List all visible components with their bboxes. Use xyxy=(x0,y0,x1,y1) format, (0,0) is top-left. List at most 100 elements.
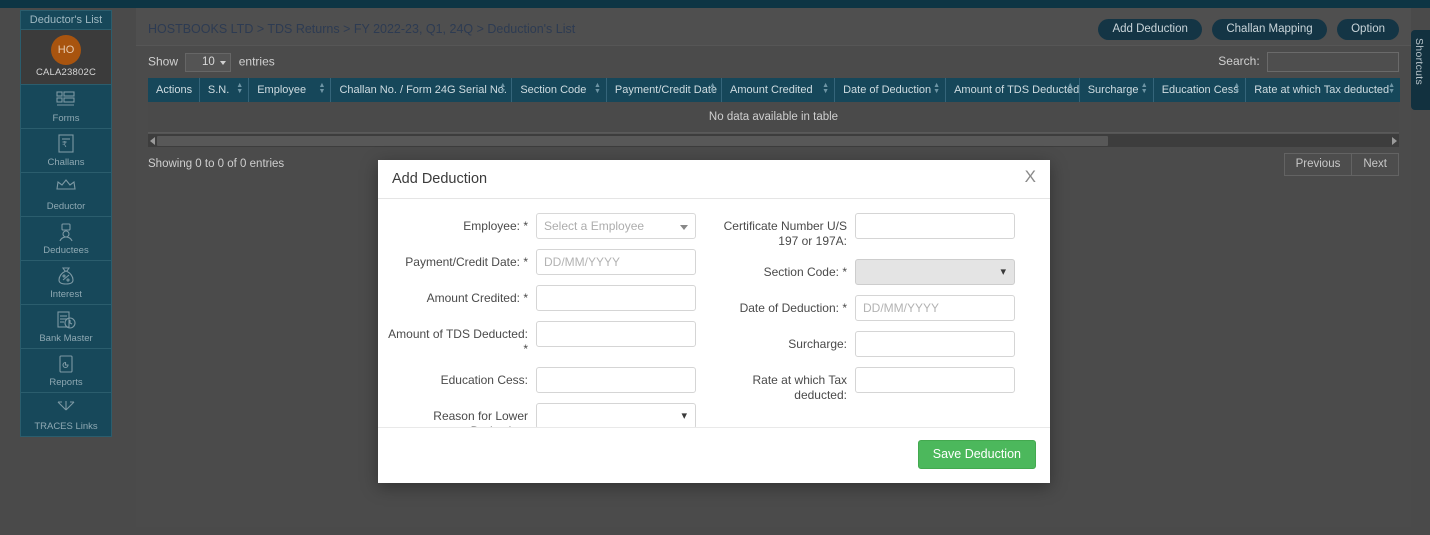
search-control: Search: xyxy=(1218,52,1399,72)
employee-select[interactable]: Select a Employee xyxy=(536,213,696,239)
sidebar-account[interactable]: HO CALA23802C xyxy=(21,30,111,85)
sidebar-item-label: Deductor xyxy=(46,201,86,212)
search-input[interactable] xyxy=(1267,52,1399,72)
sort-icon[interactable]: ▲ ▼ xyxy=(709,82,716,95)
field-label-text: Employee: xyxy=(463,219,520,233)
table-column-header[interactable]: Challan No. / Form 24G Serial No. ▲ ▼ xyxy=(330,78,513,102)
payment-credit-date-field[interactable] xyxy=(536,249,696,275)
table-column-header[interactable]: Amount Credited ▲ ▼ xyxy=(721,78,836,102)
sidebar-item-bank-master[interactable]: Bank Master xyxy=(21,305,111,349)
form-label: Amount of TDS Deducted: * xyxy=(388,321,536,357)
sidebar-item-interest[interactable]: Interest xyxy=(21,261,111,305)
sidebar-item-label: Reports xyxy=(49,377,83,388)
horizontal-scrollbar[interactable] xyxy=(148,133,1399,147)
table-column-header[interactable]: Surcharge ▲ ▼ xyxy=(1079,78,1154,102)
table-column-header[interactable]: Education Cess ▲ ▼ xyxy=(1153,78,1247,102)
column-label: Actions xyxy=(156,84,193,96)
form-label: Certificate Number U/S 197 or 197A: xyxy=(707,213,855,249)
challan-icon: ₹ xyxy=(21,134,111,156)
field-label-text: Amount of TDS Deducted: xyxy=(388,327,528,341)
education-cess-field[interactable] xyxy=(536,367,696,393)
sidebar-item-label: Deductees xyxy=(43,245,89,256)
scroll-left-arrow-icon[interactable] xyxy=(150,137,155,145)
pagination: Previous Next xyxy=(1283,153,1399,176)
table-column-header[interactable]: Date of Deduction ▲ ▼ xyxy=(834,78,947,102)
entries-label: entries xyxy=(238,54,275,69)
chevron-down-icon: ▾ xyxy=(681,410,687,422)
sort-icon[interactable]: ▲ ▼ xyxy=(319,82,326,95)
sort-icon[interactable]: ▲ ▼ xyxy=(1141,82,1148,95)
sidebar-item-reports[interactable]: Reports xyxy=(21,349,111,393)
rate-tax-deducted-field[interactable] xyxy=(855,367,1015,393)
form-row: Certificate Number U/S 197 or 197A: xyxy=(707,213,1026,249)
sidebar-item-challans[interactable]: ₹ Challans xyxy=(21,129,111,173)
column-label: Amount of TDS Deducted xyxy=(954,84,1080,96)
form-row: Surcharge: xyxy=(707,331,1026,357)
section-code-select[interactable]: ▾ xyxy=(855,259,1015,285)
shortcuts-tab[interactable]: Shortcuts xyxy=(1411,30,1430,110)
deductees-icon xyxy=(21,222,111,244)
challan-mapping-button[interactable]: Challan Mapping xyxy=(1212,19,1327,40)
table-column-header[interactable]: Section Code ▲ ▼ xyxy=(511,78,607,102)
table-column-header[interactable]: Employee ▲ ▼ xyxy=(248,78,332,102)
sidebar-item-deductees[interactable]: Deductees xyxy=(21,217,111,261)
reason-lower-deduction-select[interactable]: ▾ xyxy=(536,403,696,429)
table-column-header[interactable]: S.N. ▲ ▼ xyxy=(199,78,250,102)
sort-icon[interactable]: ▲ ▼ xyxy=(499,82,506,95)
column-label: Date of Deduction xyxy=(843,84,932,96)
form-control: ▾ xyxy=(536,403,707,429)
sort-icon[interactable]: ▲ ▼ xyxy=(594,82,601,95)
table-column-header[interactable]: Rate at which Tax deducted ▲ ▼ xyxy=(1245,78,1400,102)
sort-icon[interactable]: ▲ ▼ xyxy=(1388,82,1395,95)
required-marker: * xyxy=(523,219,528,233)
form-label: Employee: * xyxy=(388,213,536,234)
option-button[interactable]: Option xyxy=(1337,19,1399,40)
form-row: Education Cess: xyxy=(388,367,707,393)
sidebar-item-label: Challans xyxy=(47,157,85,168)
form-control xyxy=(855,295,1026,321)
traces-links-icon xyxy=(21,398,111,420)
table-column-header[interactable]: Actions xyxy=(148,78,200,102)
sort-icon[interactable]: ▲ ▼ xyxy=(1233,82,1240,95)
avatar: HO xyxy=(51,35,81,65)
surcharge-field[interactable] xyxy=(855,331,1015,357)
form-control xyxy=(536,285,707,311)
form-row: Date of Deduction: * xyxy=(707,295,1026,321)
required-marker: * xyxy=(523,342,528,356)
scrollbar-thumb[interactable] xyxy=(157,136,1108,146)
table-empty-message: No data available in table xyxy=(148,102,1399,133)
svg-text:₹: ₹ xyxy=(62,140,67,149)
table-column-header[interactable]: Payment/Credit Date ▲ ▼ xyxy=(606,78,723,102)
certificate-number-field[interactable] xyxy=(855,213,1015,239)
table-column-header[interactable]: Amount of TDS Deducted ▲ ▼ xyxy=(945,78,1080,102)
selected-value: Select a Employee xyxy=(544,219,645,233)
entries-per-page-select[interactable]: 10 xyxy=(185,53,232,72)
sort-icon[interactable]: ▲ ▼ xyxy=(1067,82,1074,95)
amount-tds-deducted-field[interactable] xyxy=(536,321,696,347)
scroll-right-arrow-icon[interactable] xyxy=(1392,137,1397,145)
amount-credited-field[interactable] xyxy=(536,285,696,311)
required-marker: * xyxy=(523,255,528,269)
previous-page-button[interactable]: Previous xyxy=(1283,153,1352,176)
sort-icon[interactable]: ▲ ▼ xyxy=(822,82,829,95)
breadcrumb[interactable]: HOSTBOOKS LTD > TDS Returns > FY 2022-23… xyxy=(148,22,575,36)
sort-icon[interactable]: ▲ ▼ xyxy=(933,82,940,95)
add-deduction-button[interactable]: Add Deduction xyxy=(1098,19,1202,40)
save-deduction-button[interactable]: Save Deduction xyxy=(917,440,1036,469)
sort-icon[interactable]: ▲ ▼ xyxy=(236,82,243,95)
field-label-text: Payment/Credit Date: xyxy=(405,255,520,269)
date-of-deduction-field[interactable] xyxy=(855,295,1015,321)
sidebar-item-deductor[interactable]: Deductor xyxy=(21,173,111,217)
close-icon[interactable]: X xyxy=(1025,167,1036,187)
sidebar-item-forms[interactable]: Forms xyxy=(21,85,111,129)
chevron-down-icon xyxy=(680,225,688,230)
next-page-button[interactable]: Next xyxy=(1351,153,1399,176)
column-label: Amount Credited xyxy=(730,84,813,96)
form-control: ▾ xyxy=(855,259,1026,285)
bank-master-icon xyxy=(21,310,111,332)
shortcuts-label: Shortcuts xyxy=(1413,38,1425,86)
show-label: Show xyxy=(148,54,179,69)
deduction-table: Actions S.N. ▲ ▼ Employee ▲ ▼ Challan No. / For… xyxy=(148,78,1400,102)
form-control xyxy=(855,331,1026,357)
sidebar-item-traces-links[interactable]: TRACES Links xyxy=(21,393,111,436)
